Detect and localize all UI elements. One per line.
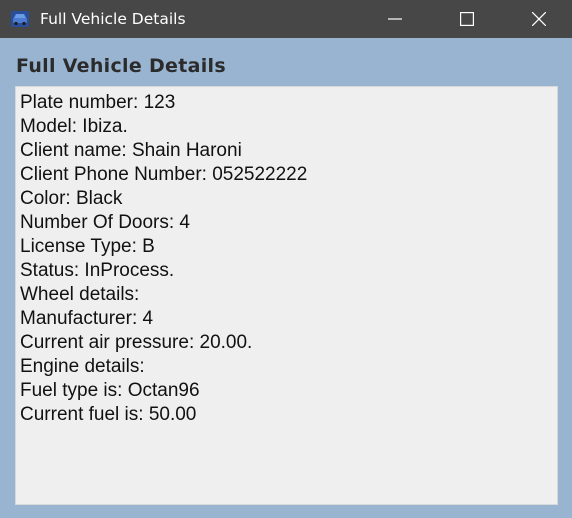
detail-air-pressure: Current air pressure: 20.00.	[20, 332, 253, 353]
minimize-button[interactable]	[359, 0, 431, 38]
detail-wheel-header: Wheel details:	[20, 284, 140, 305]
maximize-button[interactable]	[431, 0, 503, 38]
detail-client-phone: Client Phone Number: 052522222	[20, 164, 308, 185]
close-icon	[532, 12, 546, 26]
close-button[interactable]	[503, 0, 572, 38]
vehicle-details-window: Full Vehicle Details Full Vehicle Detail…	[0, 0, 572, 518]
detail-plate-number: Plate number: 123	[20, 92, 176, 113]
window-title: Full Vehicle Details	[40, 10, 186, 28]
title-bar[interactable]: Full Vehicle Details	[0, 0, 572, 38]
detail-client-name: Client name: Shain Haroni	[20, 140, 242, 161]
car-icon	[10, 9, 30, 29]
detail-status: Status: InProcess.	[20, 260, 175, 281]
detail-fuel-type: Fuel type is: Octan96	[20, 380, 200, 401]
detail-license-type: License Type: B	[20, 236, 155, 257]
detail-model: Model: Ibiza.	[20, 116, 128, 137]
details-text-box[interactable]: Plate number: 123 Model: Ibiza. Client n…	[15, 86, 558, 505]
detail-manufacturer: Manufacturer: 4	[20, 308, 154, 329]
page-title: Full Vehicle Details	[16, 55, 226, 77]
detail-engine-header: Engine details:	[20, 356, 145, 377]
detail-number-of-doors: Number Of Doors: 4	[20, 212, 190, 233]
detail-color: Color: Black	[20, 188, 123, 209]
minimize-icon	[388, 18, 402, 20]
maximize-icon	[460, 12, 474, 26]
detail-current-fuel: Current fuel is: 50.00	[20, 404, 197, 425]
